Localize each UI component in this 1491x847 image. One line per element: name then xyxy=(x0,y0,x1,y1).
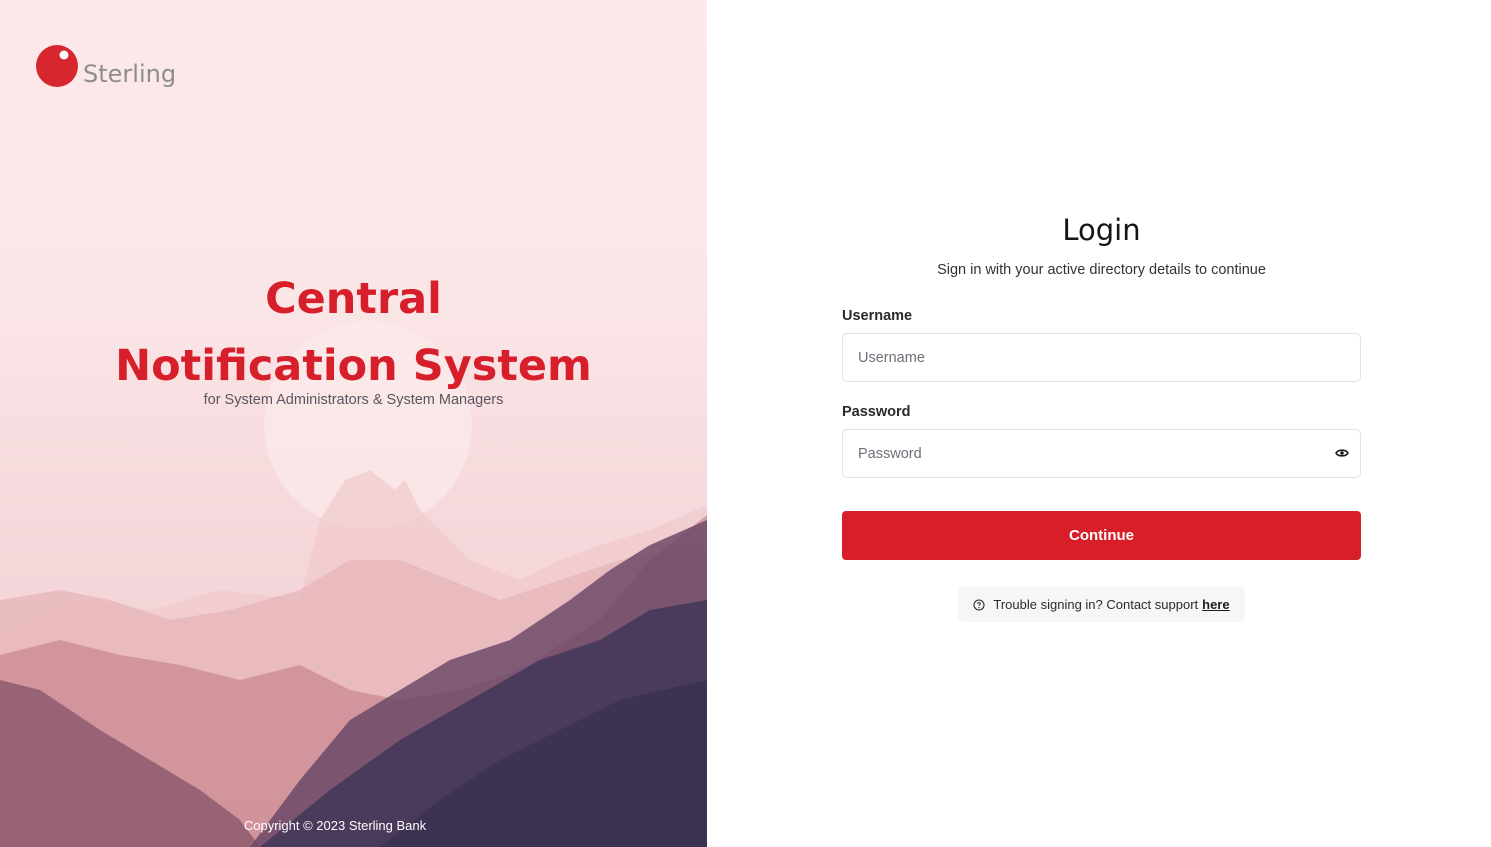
password-label: Password xyxy=(842,404,911,420)
brand-logo: Sterling xyxy=(35,44,176,88)
hero-title-line2: Notification System xyxy=(115,341,592,391)
hero-panel: Sterling Central Notification System for… xyxy=(0,0,707,847)
login-title: Login xyxy=(1062,213,1141,247)
sterling-logo-icon xyxy=(36,45,78,87)
login-panel: Login Sign in with your active directory… xyxy=(707,0,1491,847)
support-notice: Trouble signing in? Contact support here xyxy=(958,587,1245,622)
brand-name: Sterling xyxy=(83,60,177,88)
help-circle-icon xyxy=(973,598,985,611)
login-page: Sterling Central Notification System for… xyxy=(0,0,1491,847)
copyright-text: Copyright © 2023 Sterling Bank xyxy=(243,818,427,833)
login-form: Login Sign in with your active directory… xyxy=(842,210,1361,622)
mountain-landscape-image xyxy=(0,321,707,847)
hero-title: Central Notification System xyxy=(0,266,707,400)
help-row: Trouble signing in? Contact support here xyxy=(842,587,1361,622)
username-label: Username xyxy=(842,308,913,324)
hero-subtitle: for System Administrators & System Manag… xyxy=(203,392,504,408)
login-subtitle: Sign in with your active directory detai… xyxy=(937,262,1266,278)
username-field-wrapper xyxy=(842,333,1361,382)
password-field-wrapper xyxy=(842,429,1361,478)
username-input[interactable] xyxy=(842,333,1361,382)
support-link[interactable]: here xyxy=(1202,597,1229,612)
hero-title-line1: Central xyxy=(265,274,442,324)
support-notice-text: Trouble signing in? Contact support xyxy=(993,597,1199,612)
eye-icon[interactable] xyxy=(1335,447,1349,459)
continue-button[interactable]: Continue xyxy=(842,511,1361,560)
password-input[interactable] xyxy=(842,429,1361,478)
